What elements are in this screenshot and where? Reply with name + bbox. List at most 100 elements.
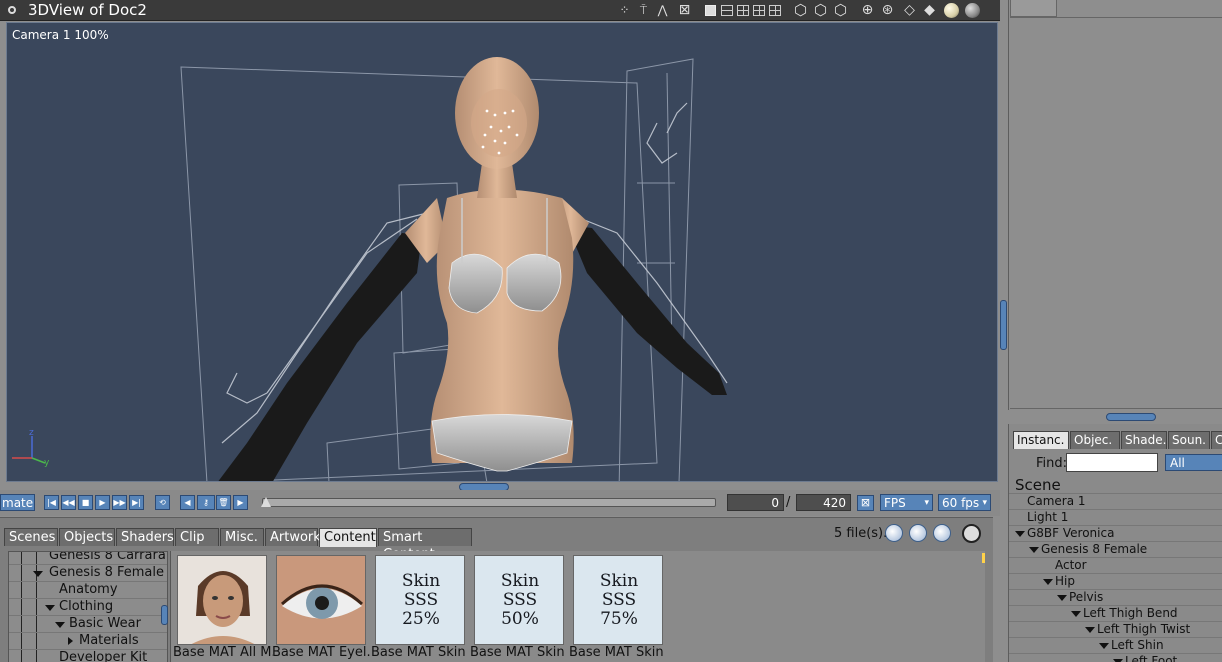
- scene-tree[interactable]: Scene Camera 1 Light 1 G8BF Veronica Gen…: [1009, 477, 1222, 662]
- tab-instances[interactable]: Instanc.: [1013, 431, 1069, 449]
- chevron-down-icon[interactable]: [1099, 643, 1109, 649]
- tree-item-light[interactable]: Light 1: [1009, 510, 1222, 526]
- key-icon[interactable]: ⚷: [197, 495, 215, 510]
- chevron-down-icon[interactable]: [1057, 595, 1067, 601]
- render-sphere-icon[interactable]: [944, 3, 959, 18]
- file-thumbnail-skin-25[interactable]: Skin SSS 25%: [375, 555, 465, 645]
- scene-icon[interactable]: ⁘: [617, 3, 632, 18]
- step-forward-icon[interactable]: ▶▶: [112, 495, 127, 510]
- tree-item-materials[interactable]: Materials: [9, 633, 167, 650]
- tab-sounds[interactable]: Soun.: [1168, 431, 1210, 449]
- shaded-box-2-icon[interactable]: ⬡: [813, 3, 828, 18]
- next-key-icon[interactable]: ▶: [233, 495, 248, 510]
- tab-more[interactable]: C: [1211, 431, 1222, 449]
- tab-smart-content[interactable]: Smart Content: [378, 528, 472, 562]
- tree-item-developer-kit[interactable]: Developer Kit: [9, 650, 167, 662]
- tab-shaders[interactable]: Shaders: [116, 528, 174, 546]
- go-to-end-icon[interactable]: ▶|: [129, 495, 144, 510]
- play-icon[interactable]: ▶: [95, 495, 110, 510]
- thumbnail-scrollbar[interactable]: [982, 553, 985, 563]
- chevron-down-icon[interactable]: [1043, 579, 1053, 585]
- tree-item-actor[interactable]: Actor: [1009, 558, 1222, 574]
- find-scope-dropdown[interactable]: All: [1165, 454, 1222, 471]
- tree-item-basic-wear[interactable]: Basic Wear: [9, 616, 167, 633]
- loop-icon[interactable]: ⟲: [155, 495, 170, 510]
- stop-icon[interactable]: ■: [78, 495, 93, 510]
- tree-item-genesis-8-female[interactable]: Genesis 8 Female: [9, 565, 167, 582]
- tree-item-left-thigh-twist[interactable]: Left Thigh Twist: [1009, 622, 1222, 638]
- file-thumbnail-skin-50[interactable]: Skin SSS 50%: [474, 555, 564, 645]
- rotate-icon[interactable]: ⊛: [880, 3, 895, 18]
- range-toggle-icon[interactable]: ⊠: [857, 495, 874, 511]
- tree-item-left-thigh-bend[interactable]: Left Thigh Bend: [1009, 606, 1222, 622]
- tab-artwork[interactable]: Artwork: [265, 528, 321, 546]
- tab-clip[interactable]: Clip: [175, 528, 219, 546]
- render-sphere-2-icon[interactable]: [965, 3, 980, 18]
- target-icon[interactable]: ⊠: [677, 3, 692, 18]
- list-view-icon[interactable]: [933, 524, 951, 542]
- tree-item-clothing[interactable]: Clothing: [9, 599, 167, 616]
- chevron-down-icon[interactable]: [1071, 611, 1081, 617]
- chevron-down-icon[interactable]: [55, 622, 65, 628]
- tree-item-anatomy[interactable]: Anatomy: [9, 582, 167, 599]
- tree-item-hip[interactable]: Hip: [1009, 574, 1222, 590]
- folder-tree[interactable]: Genesis 8 Carrara Genesis 8 Female Anato…: [8, 551, 168, 662]
- shaded-box-icon[interactable]: ⬡: [793, 3, 808, 18]
- large-icons-view-icon[interactable]: [885, 524, 903, 542]
- chevron-down-icon[interactable]: [1029, 547, 1039, 553]
- solid-box-icon[interactable]: ◆: [922, 3, 937, 18]
- fps-dropdown[interactable]: 60 fps ▾: [938, 494, 991, 511]
- tab-scenes[interactable]: Scenes: [4, 528, 58, 546]
- chevron-right-icon[interactable]: [68, 637, 73, 645]
- tree-item-left-shin[interactable]: Left Shin: [1009, 638, 1222, 654]
- properties-tab[interactable]: [1010, 0, 1057, 17]
- three-view-icon[interactable]: [737, 5, 749, 16]
- animate-button[interactable]: mate: [0, 494, 35, 511]
- window-menu-icon[interactable]: [8, 6, 16, 14]
- step-back-icon[interactable]: ◀◀: [61, 495, 76, 510]
- tree-item-genesis-8-carrara[interactable]: Genesis 8 Carrara: [9, 552, 167, 565]
- chevron-down-icon[interactable]: [1015, 531, 1025, 537]
- tree-item-pelvis[interactable]: Pelvis: [1009, 590, 1222, 606]
- tree-item-scene[interactable]: Scene: [1009, 477, 1222, 494]
- timeline-scrubber[interactable]: [261, 497, 716, 507]
- file-thumbnail-skin-75[interactable]: Skin SSS 75%: [573, 555, 663, 645]
- time-mode-dropdown[interactable]: FPS ▾: [880, 494, 933, 511]
- go-to-start-icon[interactable]: |◀: [44, 495, 59, 510]
- tree-item-g8bf-veronica[interactable]: G8BF Veronica: [1009, 526, 1222, 542]
- shaded-box-3-icon[interactable]: ⬡: [833, 3, 848, 18]
- delete-key-icon[interactable]: 🗑: [216, 495, 231, 510]
- prev-key-icon[interactable]: ◀: [180, 495, 195, 510]
- four-view-alt-icon[interactable]: [769, 5, 781, 16]
- four-view-icon[interactable]: [753, 5, 765, 16]
- folder-tree-scrollbar[interactable]: [161, 605, 168, 625]
- 3d-viewport[interactable]: z y Camera 1 100%: [6, 22, 998, 482]
- chevron-down-icon[interactable]: [33, 571, 43, 577]
- tree-item-genesis-8-female[interactable]: Genesis 8 Female: [1009, 542, 1222, 558]
- tab-misc[interactable]: Misc.: [220, 528, 264, 546]
- file-thumbnail-eye[interactable]: [276, 555, 366, 645]
- small-icons-view-icon[interactable]: [909, 524, 927, 542]
- file-thumbnail-portrait[interactable]: [177, 555, 267, 645]
- tab-objects[interactable]: Objects: [59, 528, 115, 546]
- panel-splitter-vertical[interactable]: [1000, 300, 1007, 350]
- scrubber-thumb[interactable]: [261, 497, 271, 507]
- move-icon[interactable]: ⊕: [860, 3, 875, 18]
- tab-objects[interactable]: Objec.: [1070, 431, 1120, 449]
- tree-item-left-foot[interactable]: Left Foot: [1009, 654, 1222, 662]
- chevron-down-icon[interactable]: [1085, 627, 1095, 633]
- browser-menu-icon[interactable]: [962, 524, 981, 543]
- tab-shaders[interactable]: Shade.: [1121, 431, 1167, 449]
- single-view-icon[interactable]: [705, 5, 716, 16]
- figure-icon[interactable]: ⍑: [636, 3, 651, 18]
- find-input[interactable]: [1066, 453, 1158, 472]
- total-frames-field[interactable]: 420: [796, 494, 851, 511]
- wireframe-box-icon[interactable]: ◇: [902, 3, 917, 18]
- panel-splitter-horizontal[interactable]: [1106, 413, 1156, 421]
- walk-icon[interactable]: ⋀: [655, 3, 670, 18]
- chevron-down-icon[interactable]: [45, 605, 55, 611]
- tree-item-camera[interactable]: Camera 1: [1009, 494, 1222, 510]
- current-frame-field[interactable]: 0: [727, 494, 784, 511]
- two-view-icon[interactable]: [721, 5, 733, 16]
- tab-content[interactable]: Content: [319, 528, 377, 547]
